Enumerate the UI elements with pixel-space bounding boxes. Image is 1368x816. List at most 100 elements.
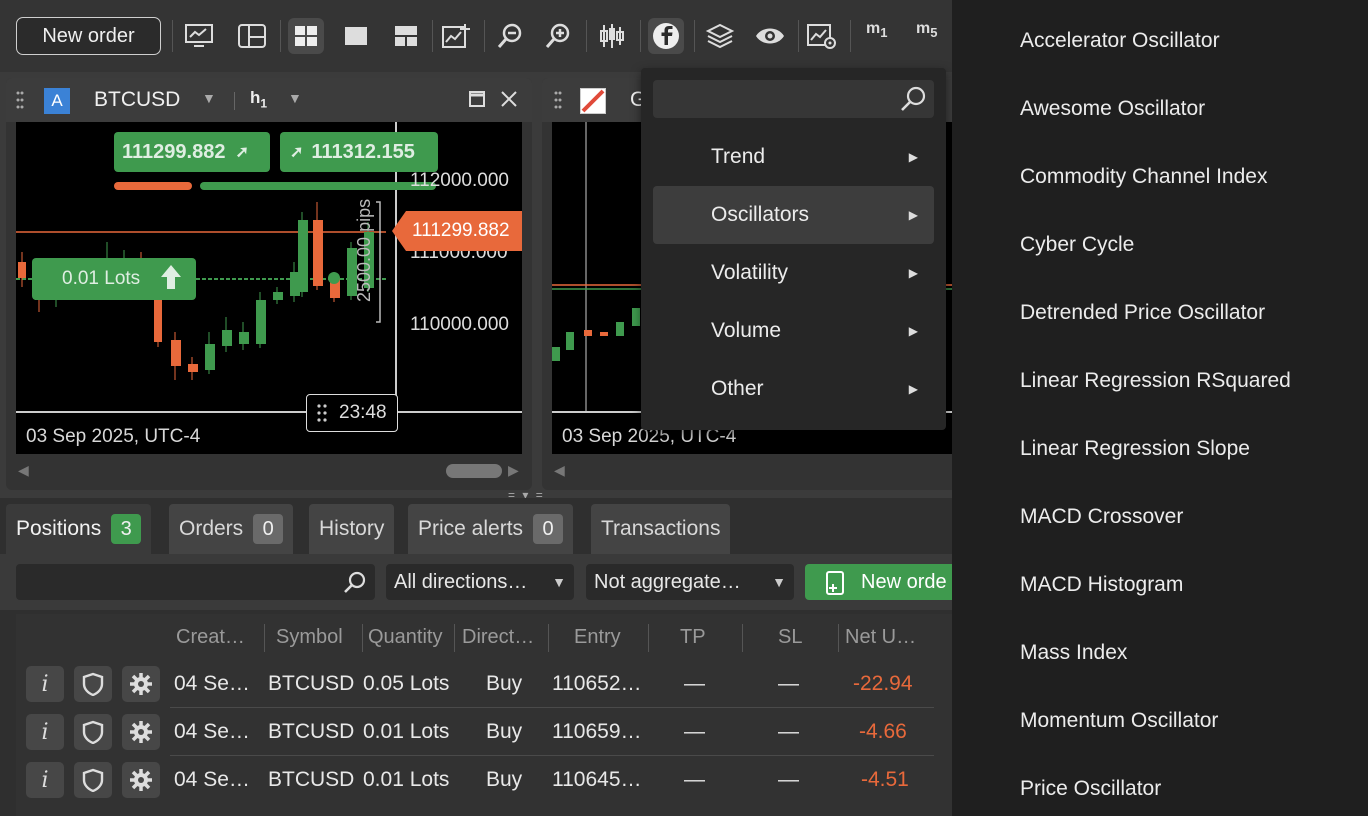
close-icon[interactable]	[500, 90, 518, 113]
symbol-dropdown-icon[interactable]: ▼	[202, 90, 216, 106]
candles-icon[interactable]	[594, 18, 630, 54]
new-order-button-secondary[interactable]: New orde	[805, 564, 965, 600]
submenu-item[interactable]: Cyber Cycle	[1020, 233, 1134, 257]
scroll-right-icon[interactable]: ▶	[508, 462, 519, 479]
gear-icon[interactable]	[122, 666, 160, 702]
account-badge[interactable]: A	[44, 88, 70, 114]
maximize-icon[interactable]	[468, 90, 486, 113]
search-icon	[900, 86, 926, 117]
tab-orders[interactable]: Orders 0	[169, 504, 294, 554]
scroll-left-icon[interactable]: ◀	[554, 462, 565, 479]
column-header-symbol[interactable]: Symbol	[276, 626, 343, 649]
cell-symbol: BTCUSD	[268, 672, 355, 695]
submenu-item[interactable]: Detrended Price Oscillator	[1020, 301, 1265, 325]
tab-transactions[interactable]: Transactions	[591, 504, 731, 554]
aggregation-select[interactable]: Not aggregate… ▼	[586, 564, 794, 600]
table-row[interactable]: i 04 Se… BTCUSD 0.01 Lots Buy 110659… — …	[16, 708, 952, 756]
table-row[interactable]: i 04 Se… BTCUSD 0.01 Lots Buy 110645… — …	[16, 756, 952, 804]
submenu-item[interactable]: Mass Index	[1020, 641, 1127, 665]
chart-header: A BTCUSD ▼ h1 ▼	[6, 78, 532, 122]
sell-price-button[interactable]: 111299.882 ➚	[114, 132, 270, 172]
submenu-item[interactable]: Commodity Channel Index	[1020, 165, 1267, 189]
menu-item-oscillators[interactable]: Oscillators ▶	[653, 186, 934, 244]
monitor-chart-icon[interactable]	[181, 18, 217, 54]
submenu-item[interactable]: MACD Histogram	[1020, 573, 1183, 597]
zoom-in-icon[interactable]	[540, 18, 576, 54]
timeframe-m1-button[interactable]: m1	[866, 20, 887, 40]
eye-icon[interactable]	[752, 18, 788, 54]
layers-icon[interactable]	[702, 18, 738, 54]
column-divider	[648, 624, 649, 652]
menu-item-other[interactable]: Other ▶	[653, 360, 934, 418]
column-header-entry[interactable]: Entry	[574, 626, 621, 649]
shield-icon[interactable]	[74, 714, 112, 750]
symbol-selector[interactable]: BTCUSD	[94, 88, 180, 112]
layout-icon[interactable]	[234, 18, 270, 54]
candle-countdown: 23:48	[306, 394, 398, 432]
chart-settings-icon[interactable]	[804, 18, 840, 54]
tab-history[interactable]: History	[309, 504, 395, 554]
submenu-item[interactable]: Price Oscillator	[1020, 777, 1161, 801]
tab-positions[interactable]: Positions 3	[6, 504, 152, 554]
info-icon[interactable]: i	[26, 666, 64, 702]
cell-created: 04 Se…	[174, 672, 250, 695]
submenu-item[interactable]: Accelerator Oscillator	[1020, 29, 1220, 53]
zoom-out-icon[interactable]	[492, 18, 528, 54]
submenu-item[interactable]: MACD Crossover	[1020, 505, 1183, 529]
timeframe-selector[interactable]: h1	[250, 88, 267, 110]
cell-direction: Buy	[486, 720, 523, 743]
column-header-created[interactable]: Creat…	[176, 626, 245, 649]
buy-price-button[interactable]: ➚ 111312.155	[280, 132, 438, 172]
column-header-tp[interactable]: TP	[680, 626, 706, 649]
toolbar-divider	[694, 20, 695, 52]
column-header-direction[interactable]: Direct…	[462, 626, 534, 649]
toolbar-divider	[172, 20, 173, 52]
cell-sl: —	[778, 768, 799, 791]
column-divider	[454, 624, 455, 652]
menu-item-volatility[interactable]: Volatility ▶	[653, 244, 934, 302]
menu-item-trend[interactable]: Trend ▶	[653, 128, 934, 186]
indicator-search-input[interactable]	[653, 80, 934, 118]
oscillators-submenu: Accelerator Oscillator Awesome Oscillato…	[952, 0, 1368, 816]
position-lots-label[interactable]: 0.01 Lots	[32, 258, 196, 300]
scroll-left-icon[interactable]: ◀	[18, 462, 29, 479]
indicators-icon[interactable]	[648, 18, 684, 54]
timeframe-dropdown-icon[interactable]: ▼	[288, 90, 302, 106]
tab-price-alerts[interactable]: Price alerts 0	[408, 504, 574, 554]
shield-icon[interactable]	[74, 666, 112, 702]
submenu-item[interactable]: Awesome Oscillator	[1020, 97, 1205, 121]
table-row[interactable]: i 04 Se… BTCUSD 0.05 Lots Buy 110652… — …	[16, 660, 952, 708]
gear-icon[interactable]	[122, 762, 160, 798]
new-order-button[interactable]: New order	[16, 17, 161, 55]
info-icon[interactable]: i	[26, 714, 64, 750]
cell-direction: Buy	[486, 672, 523, 695]
cell-net-pnl: -4.66	[859, 720, 907, 743]
submenu-item[interactable]: Linear Regression Slope	[1020, 437, 1250, 461]
grid-4-icon[interactable]	[288, 18, 324, 54]
horizontal-scrollbar[interactable]	[446, 464, 502, 478]
toolbar-divider	[484, 20, 485, 52]
shield-icon[interactable]	[74, 762, 112, 798]
single-window-icon[interactable]	[338, 18, 374, 54]
info-icon[interactable]: i	[26, 762, 64, 798]
toolbar-divider	[850, 20, 851, 52]
gear-icon[interactable]	[122, 714, 160, 750]
positions-search-input[interactable]	[16, 564, 375, 600]
column-header-quantity[interactable]: Quantity	[368, 626, 442, 649]
menu-item-volume[interactable]: Volume ▶	[653, 302, 934, 360]
chevron-right-icon: ▶	[908, 382, 918, 396]
timeframe-m5-button[interactable]: m5	[916, 20, 937, 40]
direction-filter-select[interactable]: All directions… ▼	[386, 564, 574, 600]
drag-handle-icon[interactable]	[16, 90, 24, 110]
grid-3-icon[interactable]	[388, 18, 424, 54]
submenu-item[interactable]: Momentum Oscillator	[1020, 709, 1218, 733]
toolbar-divider	[432, 20, 433, 52]
add-chart-icon[interactable]	[438, 18, 474, 54]
trading-app: New order m1 m5 A BTCUSD ▼ h1 ▼ 111299.8…	[0, 0, 1368, 816]
drag-handle-icon[interactable]	[554, 90, 562, 110]
submenu-item[interactable]: Linear Regression RSquared	[1020, 369, 1291, 393]
column-header-net[interactable]: Net U…	[845, 626, 916, 649]
column-header-sl[interactable]: SL	[778, 626, 802, 649]
filter-bar: All directions… ▼ Not aggregate… ▼ New ord…	[0, 554, 965, 610]
chart-canvas[interactable]: 111299.882 ➚ ➚ 111312.155 112000.000 11100…	[16, 122, 522, 454]
